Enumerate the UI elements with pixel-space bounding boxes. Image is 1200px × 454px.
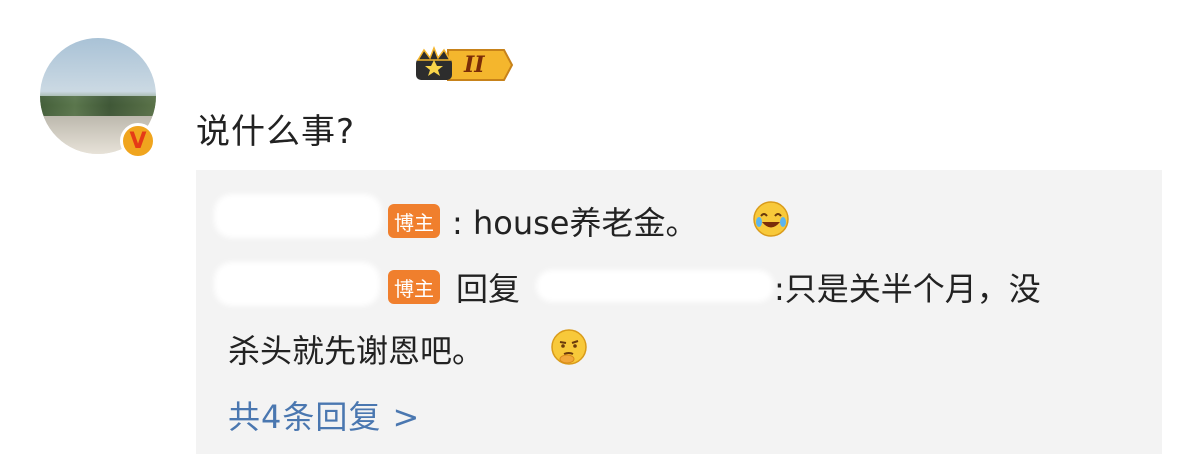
reply-text: : house养老金。 [452,204,698,242]
redacted-username [214,194,382,238]
author-tag: 博主 [388,204,440,238]
redacted-username [536,270,774,302]
thinking-emoji-icon [551,329,587,365]
more-replies-link[interactable]: 共4条回复 > [228,392,420,438]
redacted-username [214,262,380,306]
comment-text: 说什么事? [196,112,356,152]
avatar-trees [40,96,156,116]
verified-badge-icon: V [120,123,156,159]
reply-text-line-1: :只是关半个月，没 [774,270,1041,308]
crown-icon [416,45,514,81]
author-tag: 博主 [388,270,440,304]
reply-text-line-2: 杀头就先谢恩吧。 [228,332,485,370]
level-crown-badge: II [408,45,516,84]
reply-word: 回复 [456,270,521,308]
laughing-crying-emoji-icon [753,201,789,237]
level-badge-text: II [464,52,485,78]
